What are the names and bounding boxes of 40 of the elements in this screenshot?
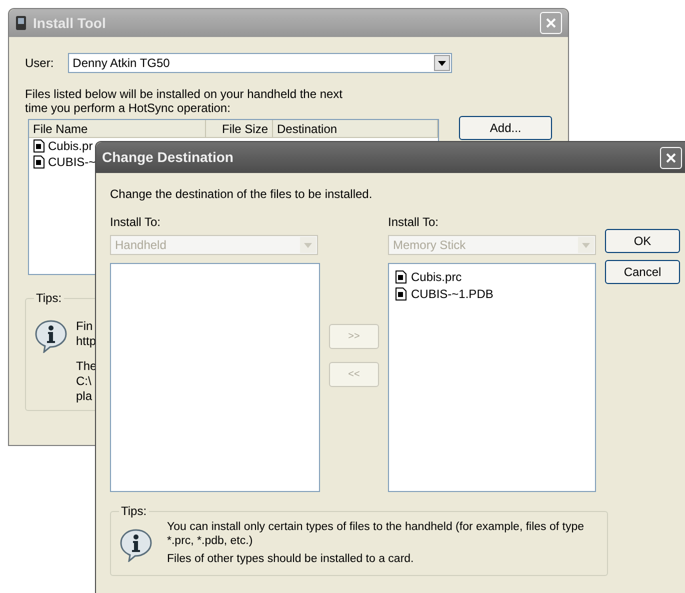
column-header[interactable]: Destination bbox=[273, 120, 438, 138]
window-title: Install Tool bbox=[33, 14, 107, 32]
file-icon bbox=[395, 286, 407, 300]
dropdown[interactable]: Denny Atkin TG50 bbox=[68, 53, 452, 73]
dialog-description: Change the destination of the files to be installed. bbox=[110, 186, 374, 203]
dialog-title: Change Destination bbox=[102, 148, 234, 167]
dropdown-value: Memory Stick bbox=[392, 237, 467, 254]
install-to-label: Install To: bbox=[388, 214, 440, 227]
add-button[interactable]: Add... bbox=[459, 116, 552, 140]
handheld-icon bbox=[15, 15, 27, 31]
tip-text: pla bbox=[76, 389, 94, 404]
column-header[interactable]: File Name bbox=[29, 120, 206, 138]
dialog-button[interactable]: Cancel bbox=[605, 260, 680, 284]
tip-text: http bbox=[76, 334, 97, 349]
close-button[interactable] bbox=[540, 12, 562, 34]
info-icon bbox=[119, 528, 153, 562]
tips-title: Tips: bbox=[120, 503, 148, 520]
tip-text: You can install only certain types of files to the handheld (for example, files of type *.prc, *.pdb, etc.) bbox=[167, 520, 586, 548]
dropdown-value: Denny Atkin TG50 bbox=[72, 55, 171, 72]
info-icon bbox=[34, 319, 68, 353]
tip-text: Fin bbox=[76, 319, 94, 334]
dropdown-value: Handheld bbox=[114, 237, 168, 254]
file-name[interactable]: Cubis.pr bbox=[48, 137, 93, 155]
file-name[interactable]: CUBIS-~ bbox=[48, 153, 96, 171]
install-to-label: Install To: bbox=[110, 214, 162, 227]
tip-text: C:\ bbox=[76, 374, 92, 389]
user-label: User: bbox=[25, 55, 54, 72]
close-icon[interactable] bbox=[665, 152, 677, 164]
tip-text: Files of other types should be installed to a card. bbox=[167, 552, 415, 566]
tips-title: Tips: bbox=[35, 290, 63, 307]
close-icon[interactable] bbox=[545, 17, 557, 29]
close-button[interactable] bbox=[660, 146, 682, 168]
file-icon bbox=[395, 270, 407, 284]
dialog-button[interactable]: OK bbox=[605, 229, 680, 253]
file-name[interactable]: Cubis.prc bbox=[411, 268, 462, 286]
instruction-text: Files listed below will be installed on your handheld the next time you perform a HotSync operation: bbox=[25, 87, 344, 115]
file-icon bbox=[33, 155, 45, 169]
column-header[interactable]: File Size bbox=[206, 120, 273, 138]
file-icon bbox=[33, 139, 45, 153]
file-name[interactable]: CUBIS-~1.PDB bbox=[411, 284, 494, 302]
